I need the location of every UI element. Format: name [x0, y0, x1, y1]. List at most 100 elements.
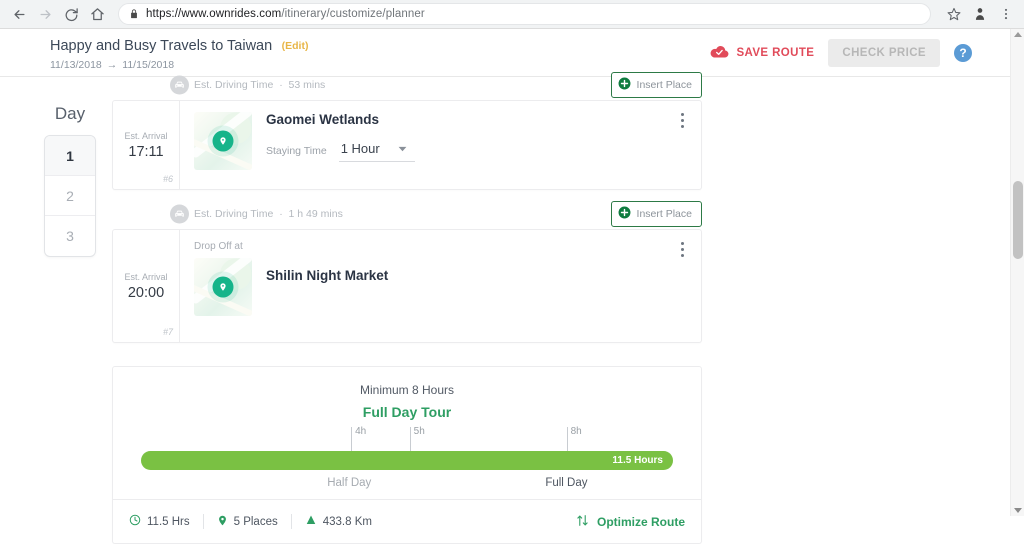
- staying-time-row-1: Staying Time 1 Hour: [266, 139, 415, 162]
- plus-circle-icon: [618, 206, 631, 222]
- driving-duration-1: 53 mins: [288, 79, 326, 91]
- stat-divider: [202, 514, 204, 529]
- stat-duration-value: 11.5 Hrs: [147, 515, 190, 528]
- edit-title-link[interactable]: (Edit): [282, 40, 309, 52]
- place-card-1[interactable]: Est. Arrival 17:11 #6 Gaomei Wetlands St…: [112, 100, 702, 190]
- cloud-check-icon: [710, 45, 729, 62]
- title-row: Happy and Busy Travels to Taiwan (Edit): [50, 37, 308, 55]
- address-bar[interactable]: https://www.ownrides.com/itinerary/custo…: [118, 3, 931, 25]
- day-item-2[interactable]: 2: [45, 176, 95, 216]
- tick-line: [566, 427, 568, 453]
- save-route-label: SAVE ROUTE: [736, 47, 815, 59]
- scrollbar-down-arrow-icon[interactable]: [1014, 508, 1022, 513]
- day-selector-label: Day: [54, 104, 86, 123]
- url-origin: https://www.ownrides.com: [146, 8, 282, 20]
- map-pin-icon: [212, 276, 234, 298]
- place-main-1: Gaomei Wetlands Staying Time 1 Hour: [194, 112, 687, 170]
- summary-stats-bar: 11.5 Hrs 5 Places 433.8 Km Optimize Rout…: [113, 499, 701, 543]
- tick-5h: 5h: [409, 426, 425, 453]
- help-icon[interactable]: ?: [954, 44, 972, 62]
- map-pin-icon: [212, 130, 234, 152]
- star-icon[interactable]: [941, 1, 967, 27]
- lock-icon: [129, 8, 139, 20]
- arrival-column-1: Est. Arrival 17:11 #6: [113, 101, 180, 189]
- minimum-hours-label: Minimum 8 Hours: [359, 383, 455, 397]
- itinerary-list: Est. Driving Time · 53 mins Insert Place…: [112, 72, 702, 544]
- map-thumbnail-1[interactable]: [194, 112, 252, 170]
- day-selector: Day 1 2 3: [44, 104, 96, 257]
- driving-duration-2: 1 h 49 mins: [288, 208, 343, 220]
- duration-bar-value: 11.5 Hours: [612, 455, 663, 466]
- stat-duration: 11.5 Hrs: [129, 514, 190, 529]
- insert-place-button-2[interactable]: Insert Place: [610, 201, 702, 227]
- map-thumbnail-2[interactable]: [194, 258, 252, 316]
- staying-time-label-1: Staying Time: [266, 144, 327, 157]
- header-actions: SAVE ROUTE CHECK PRICE ?: [710, 39, 972, 67]
- tick-label-4h: 4h: [355, 426, 367, 437]
- duration-bar: 4h 5h 8h 11.5 Hours Half Day Full Day: [141, 427, 673, 489]
- place-name-2: Shilin Night Market: [266, 268, 389, 283]
- driving-separator-1: ·: [279, 79, 283, 91]
- reload-icon[interactable]: [58, 1, 84, 27]
- arrival-label-2: Est. Arrival: [124, 271, 168, 282]
- sequence-number-1: #6: [162, 174, 173, 184]
- insert-place-button-1[interactable]: Insert Place: [610, 72, 702, 98]
- driving-row-1: Est. Driving Time · 53 mins Insert Place: [112, 70, 702, 100]
- tick-line: [351, 427, 353, 453]
- duration-bar-fill[interactable]: 11.5 Hours: [141, 451, 673, 470]
- place-info-2: Shilin Night Market: [266, 258, 388, 283]
- tick-4h: 4h: [351, 427, 366, 453]
- place-main-2: Shilin Night Market: [194, 258, 687, 316]
- distance-icon: [305, 514, 317, 529]
- place-card-2[interactable]: Est. Arrival 20:00 #7 Drop Off at Shilin: [112, 229, 702, 343]
- stat-places-value: 5 Places: [233, 515, 278, 528]
- trip-start-date: 11/13/2018: [50, 59, 102, 71]
- browser-toolbar: https://www.ownrides.com/itinerary/custo…: [0, 0, 1024, 29]
- day-list: 1 2 3: [44, 135, 96, 257]
- clock-icon: [129, 514, 141, 529]
- profile-icon[interactable]: [967, 1, 993, 27]
- driving-time-text-2: Est. Driving Time · 1 h 49 mins: [194, 208, 343, 220]
- page-title: Happy and Busy Travels to Taiwan: [50, 37, 273, 54]
- arrival-time-1: 17:11: [128, 143, 164, 160]
- place-options-menu-2[interactable]: [675, 240, 689, 259]
- driving-separator-2: ·: [279, 208, 283, 220]
- scrollbar-up-arrow-icon[interactable]: [1014, 32, 1022, 37]
- drop-off-label-2: Drop Off at: [194, 241, 243, 252]
- three-dot-menu-icon[interactable]: [993, 1, 1019, 27]
- tick-line: [409, 427, 411, 453]
- sequence-number-2: #7: [162, 327, 173, 337]
- insert-place-label-2: Insert Place: [636, 208, 692, 220]
- planner-content: Day 1 2 3 Est. Driving Time · 53 mins In…: [0, 72, 1010, 544]
- staying-time-dropdown-1[interactable]: 1 Hour: [338, 139, 415, 162]
- save-route-button[interactable]: SAVE ROUTE: [710, 45, 814, 62]
- staying-time-value-1: 1 Hour: [340, 140, 380, 156]
- day-item-1[interactable]: 1: [45, 136, 95, 176]
- optimize-route-label: Optimize Route: [596, 514, 685, 529]
- caption-full-day: Full Day: [545, 477, 588, 489]
- summary-top: Minimum 8 Hours Full Day Tour 4h 5h 8h 1…: [113, 367, 701, 499]
- url-path: /itinerary/customize/planner: [281, 8, 425, 20]
- place-options-menu-1[interactable]: [675, 111, 689, 130]
- stat-divider: [290, 514, 292, 529]
- back-arrow-icon[interactable]: [6, 1, 32, 27]
- url-text: https://www.ownrides.com/itinerary/custo…: [146, 8, 425, 20]
- driving-prefix-2: Est. Driving Time: [194, 208, 274, 220]
- driving-prefix-1: Est. Driving Time: [194, 79, 274, 91]
- tick-label-8h: 8h: [570, 426, 582, 437]
- page-scrollbar[interactable]: [1010, 29, 1024, 516]
- tick-label-5h: 5h: [413, 426, 425, 437]
- check-price-button[interactable]: CHECK PRICE: [828, 39, 940, 67]
- chevron-down-icon: [398, 139, 407, 157]
- scrollbar-thumb[interactable]: [1013, 181, 1023, 259]
- car-icon: [170, 204, 189, 224]
- arrival-time-2: 20:00: [127, 284, 165, 301]
- day-item-3[interactable]: 3: [45, 216, 95, 256]
- plus-circle-icon: [618, 77, 631, 93]
- day-summary-card: Minimum 8 Hours Full Day Tour 4h 5h 8h 1…: [112, 366, 702, 544]
- home-icon[interactable]: [84, 1, 110, 27]
- arrival-column-2: Est. Arrival 20:00 #7: [113, 230, 180, 342]
- forward-arrow-icon[interactable]: [32, 1, 58, 27]
- insert-place-label-1: Insert Place: [636, 79, 692, 91]
- driving-row-2: Est. Driving Time · 1 h 49 mins Insert P…: [112, 199, 702, 229]
